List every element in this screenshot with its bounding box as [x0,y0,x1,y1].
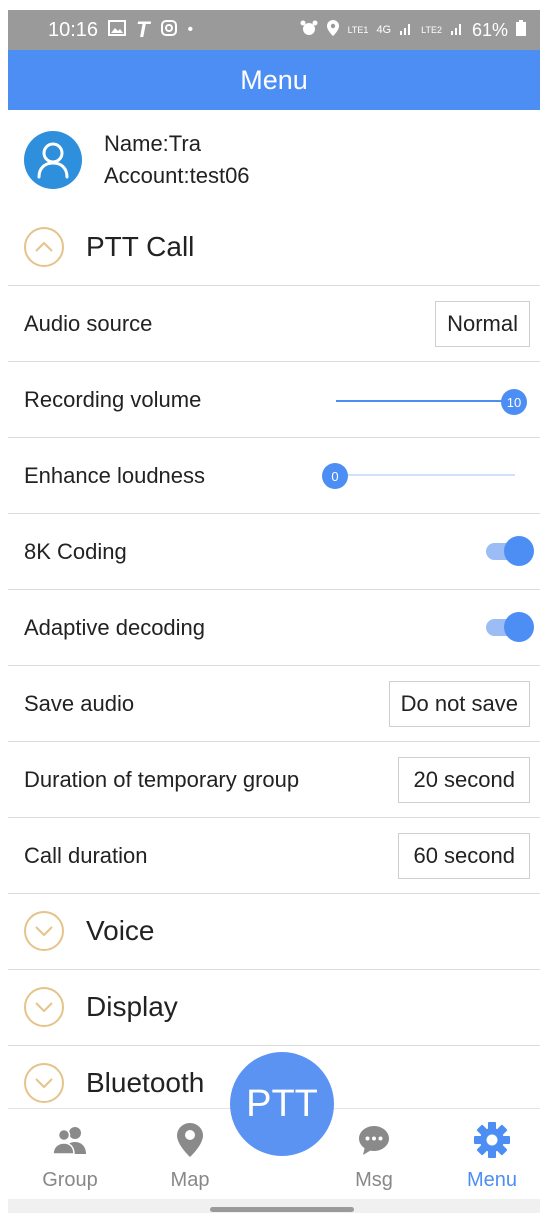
nav-label: Msg [355,1169,393,1191]
setting-adaptive-decoding: Adaptive decoding [8,589,540,665]
gallery-icon [108,19,127,41]
setting-label: Duration of temporary group [24,766,300,792]
battery-icon [516,19,526,41]
user-profile[interactable]: Name:Tra Account:test06 [24,128,250,192]
signal-icon [399,20,413,41]
section-label: Bluetooth [86,1066,205,1098]
nav-label: Menu [466,1169,518,1191]
setting-label: 8K Coding [24,538,127,564]
setting-8k-coding: 8K Coding [8,513,540,589]
setting-label: Audio source [24,310,153,336]
status-bar: 10:16 T • LTE1 4G LTE2 61% [8,10,540,50]
section-display[interactable]: Display [8,969,540,1043]
setting-label: Save audio [24,690,135,716]
call-duration-select[interactable]: 60 second [398,832,530,879]
slider-thumb[interactable]: 10 [501,389,527,415]
gear-icon [473,1115,511,1165]
chevron-up-icon [24,227,64,267]
profile-account: Account:test06 [104,163,250,188]
enhance-loudness-slider[interactable]: 0 [322,460,515,490]
instagram-icon [160,19,178,42]
setting-label: Call duration [24,842,148,868]
section-label: Display [86,990,178,1022]
map-pin-icon [176,1115,204,1165]
setting-label: Adaptive decoding [24,614,206,640]
home-indicator[interactable] [210,1207,354,1212]
recording-volume-slider[interactable]: 10 [336,386,527,416]
nav-menu[interactable]: Menu [447,1109,537,1200]
avatar [24,131,82,189]
nav-label: Map [170,1169,210,1191]
lte1-indicator: LTE1 [347,25,369,35]
slider-thumb[interactable]: 0 [322,463,348,489]
section-label: PTT Call [86,231,195,262]
location-icon [326,19,340,42]
alarm-icon [300,19,318,42]
8k-coding-toggle[interactable] [486,536,534,566]
save-audio-select[interactable]: Do not save [388,680,530,727]
setting-call-duration: Call duration 60 second [8,817,540,893]
user-icon [37,142,69,179]
temp-group-duration-select[interactable]: 20 second [398,756,530,803]
nav-group[interactable]: Group [25,1109,115,1200]
setting-audio-source: Audio source Normal [8,285,540,361]
section-ptt-call[interactable]: PTT Call [8,210,540,284]
nav-label: Group [42,1169,98,1191]
slider-fill [336,400,514,402]
battery-percent: 61% [471,19,508,40]
nav-msg[interactable]: Msg [329,1109,419,1200]
chevron-down-icon [24,1062,64,1103]
setting-temp-group-duration: Duration of temporary group 20 second [8,741,540,817]
chevron-down-icon [24,986,64,1027]
ptt-button[interactable]: PTT [230,1052,334,1156]
app-header: Menu [8,50,540,110]
page-title: Menu [240,64,308,95]
signal-icon [450,20,464,41]
setting-save-audio: Save audio Do not save [8,665,540,741]
section-label: Voice [86,914,155,946]
audio-source-select[interactable]: Normal [435,300,530,347]
chevron-down-icon [24,910,64,951]
adaptive-decoding-toggle[interactable] [486,612,534,642]
dot-icon: • [187,21,194,38]
status-time: 10:16 [48,18,99,41]
chat-bubble-icon [357,1115,391,1165]
section-voice[interactable]: Voice [8,893,540,967]
network-type: 4G [376,24,392,36]
t-icon: T [136,17,150,42]
group-icon [51,1115,89,1165]
lte2-indicator: LTE2 [421,25,442,35]
nav-map[interactable]: Map [145,1109,235,1200]
profile-name: Name:Tra [104,131,201,156]
